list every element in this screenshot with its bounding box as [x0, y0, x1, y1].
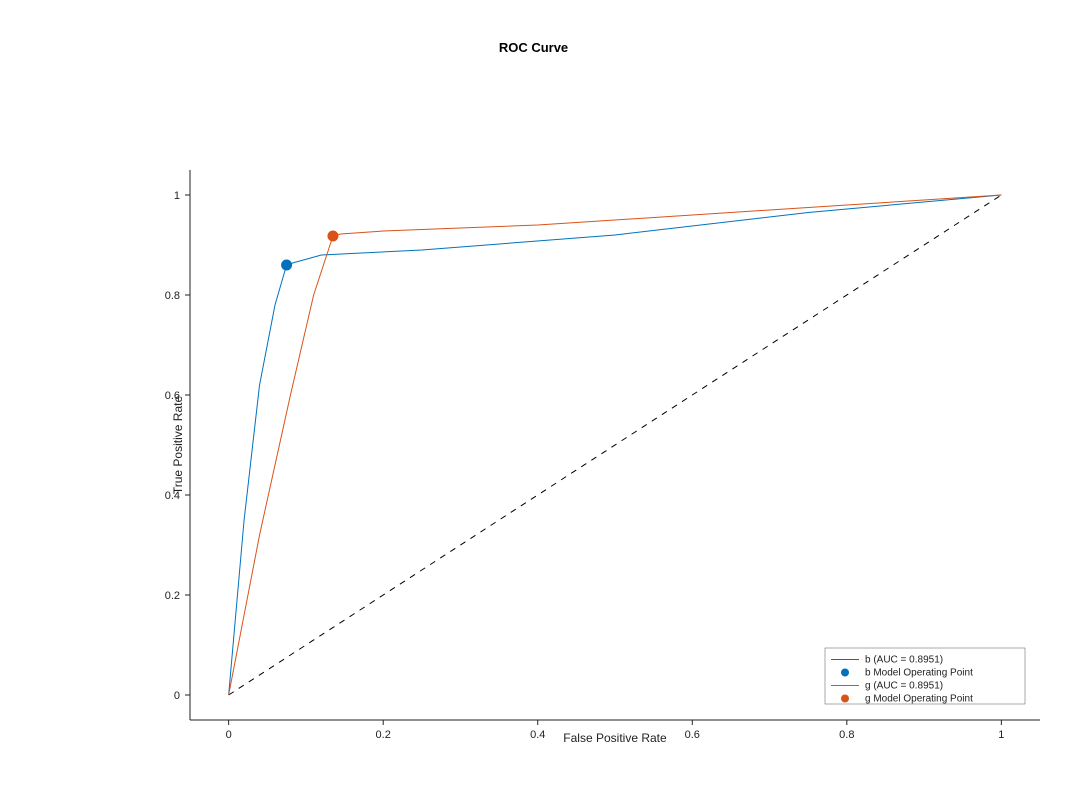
x-tick-label: 0.8 [839, 729, 854, 741]
y-axis-label: True Positive Rate [171, 396, 185, 495]
y-tick-label: 1 [174, 190, 180, 202]
x-tick-label: 0.4 [530, 729, 545, 741]
x-tick-label: 0.6 [685, 729, 700, 741]
legend-swatch-marker [841, 695, 849, 703]
legend-swatch-marker [841, 669, 849, 677]
operating-point-1 [328, 231, 338, 241]
y-tick-label: 0.8 [165, 290, 180, 302]
x-tick-label: 0 [226, 729, 232, 741]
legend-label: b (AUC = 0.8951) [865, 655, 943, 666]
roc-chart: 00.20.40.60.8100.20.40.60.81False Positi… [0, 0, 1067, 800]
random-classifier-line [229, 195, 1002, 695]
legend-label: b Model Operating Point [865, 668, 973, 679]
operating-point-0 [282, 260, 292, 270]
legend-label: g (AUC = 0.8951) [865, 681, 943, 692]
x-tick-label: 1 [998, 729, 1004, 741]
legend-label: g Model Operating Point [865, 694, 973, 705]
y-tick-label: 0.2 [165, 590, 180, 602]
x-axis-label: False Positive Rate [563, 731, 667, 745]
x-tick-label: 0.2 [376, 729, 391, 741]
y-tick-label: 0 [174, 690, 180, 702]
